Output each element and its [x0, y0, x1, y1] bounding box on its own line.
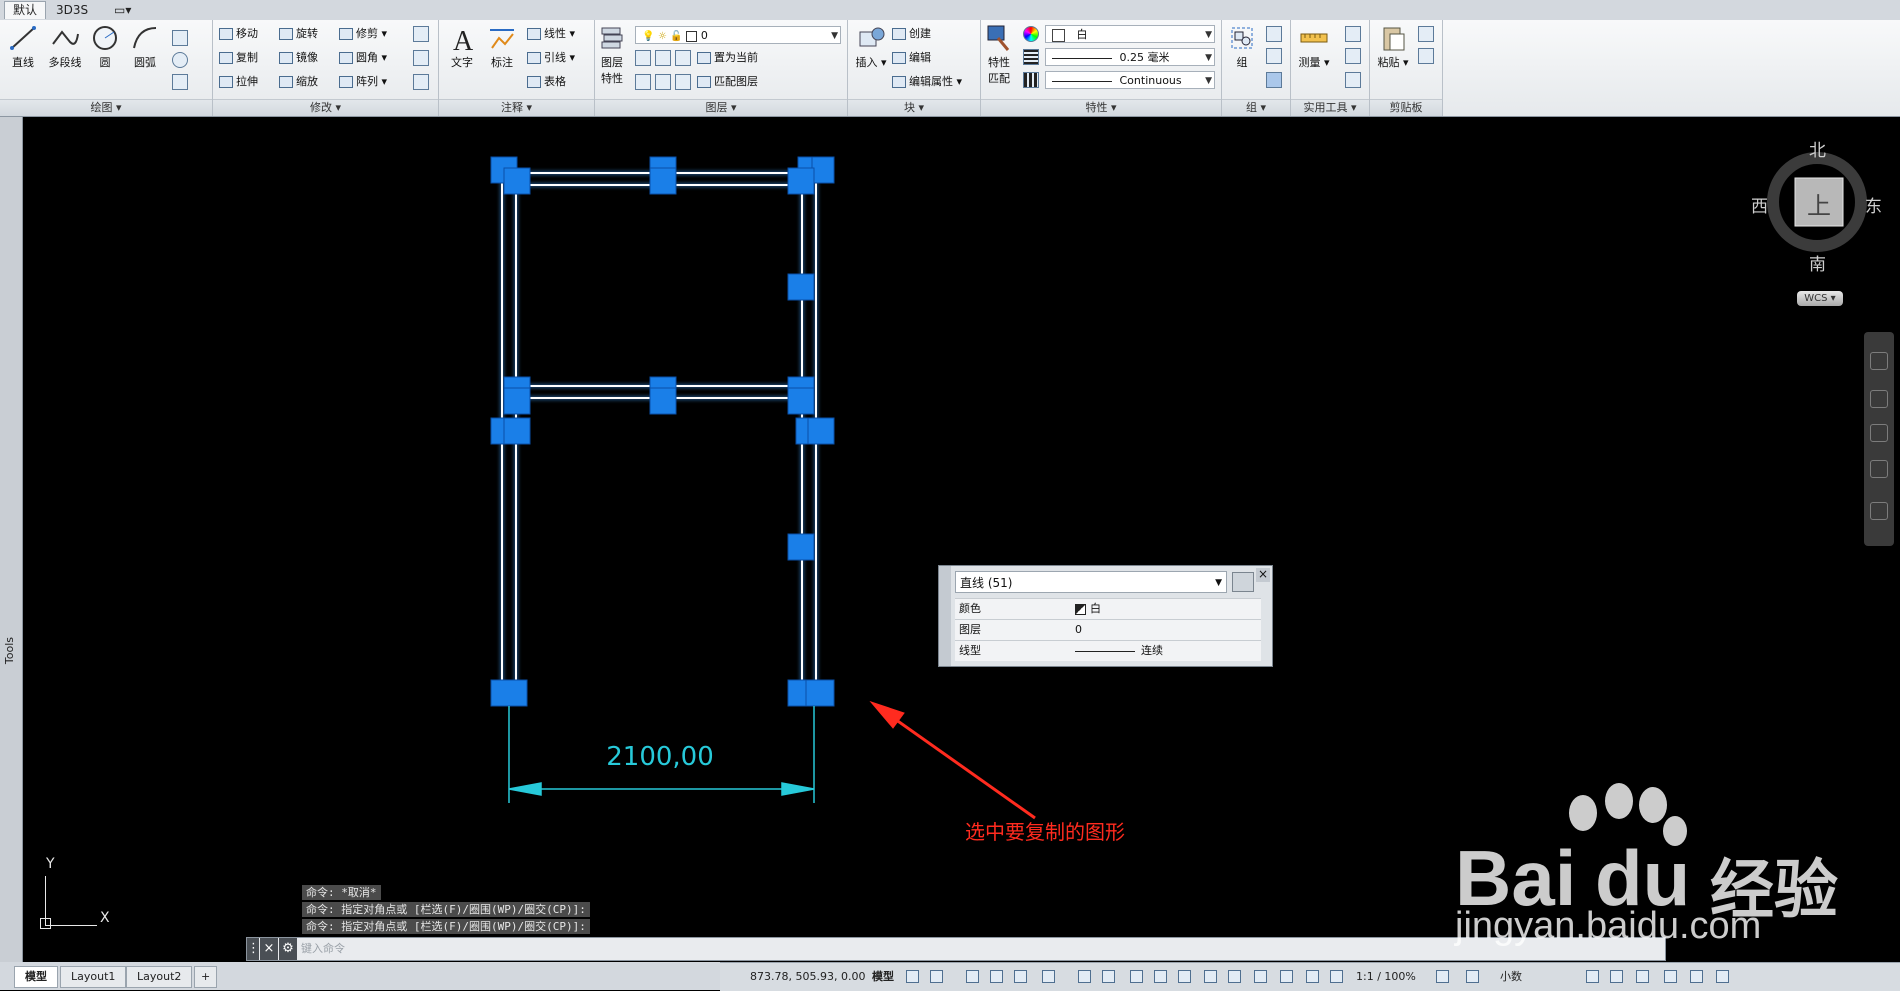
transparency-icon[interactable] — [1154, 970, 1167, 983]
hardware-acceleration-icon[interactable] — [1664, 970, 1677, 983]
tab-layout2[interactable]: Layout2 — [126, 966, 193, 988]
property-row-color[interactable]: 颜色 白 — [955, 598, 1261, 619]
selection-cycling-icon[interactable] — [1178, 970, 1191, 983]
object-type-value: 直线 (51) — [960, 576, 1013, 590]
isodraft-icon[interactable] — [1042, 970, 1055, 983]
grid-icon[interactable] — [906, 970, 919, 983]
pan-icon[interactable] — [1870, 390, 1888, 408]
baidu-watermark: Bai du 经验 jingyan.baidu.com — [1455, 783, 1900, 953]
ucs-origin — [40, 918, 51, 929]
annotation-monitor-icon[interactable] — [1466, 970, 1479, 983]
dimension-text: 2100,00 — [606, 742, 714, 772]
add-layout-button[interactable]: + — [194, 966, 218, 988]
viewcube-top-face[interactable]: 上 — [1807, 186, 1831, 221]
baidu-logo-url: jingyan.baidu.com — [1455, 905, 1762, 947]
object-snap-tracking-icon[interactable] — [1078, 970, 1091, 983]
command-history-line: 命令: 指定对角点或 [栏选(F)/圈围(WP)/圈交(CP)]: — [302, 919, 590, 934]
chevron-down-icon: ▼ — [1215, 578, 1222, 588]
viewcube-south[interactable]: 南 — [1809, 250, 1826, 275]
object-type-dropdown[interactable]: 直线 (51) ▼ — [955, 571, 1227, 593]
tab-model[interactable]: 模型 — [14, 966, 58, 988]
annotation-text: 选中要复制的图形 — [965, 820, 1125, 844]
linetype-sample — [1075, 650, 1135, 652]
viewcube-north[interactable]: 北 — [1809, 136, 1826, 161]
viewcube-west[interactable]: 西 — [1751, 192, 1768, 217]
navigation-bar — [1864, 332, 1894, 546]
property-row-linetype[interactable]: 线型 连续 — [955, 640, 1261, 661]
command-line: ⋮ × ⚙ 键入命令 — [246, 937, 1666, 961]
tab-layout1[interactable]: Layout1 — [60, 966, 127, 988]
clean-screen-icon[interactable] — [1690, 970, 1703, 983]
selected-frame — [501, 172, 817, 692]
dynamic-ucs-icon[interactable] — [1228, 970, 1241, 983]
viewcube-east[interactable]: 东 — [1865, 192, 1882, 217]
command-input[interactable]: 键入命令 — [301, 940, 1601, 958]
object-snap-icon[interactable] — [1102, 970, 1115, 983]
viewcube[interactable]: 北 南 东 西 上 — [1751, 136, 1882, 275]
lineweight-toggle-icon[interactable] — [1130, 970, 1143, 983]
workspace-gear-icon[interactable] — [1436, 970, 1449, 983]
showmotion-icon[interactable] — [1870, 502, 1888, 520]
snap-icon[interactable] — [930, 970, 943, 983]
quick-properties-palette: 直线 (51) ▼ × 颜色 白 图层 0 线型 连续 — [938, 565, 1273, 667]
orbit-icon[interactable] — [1870, 460, 1888, 478]
zoom-icon[interactable] — [1870, 424, 1888, 442]
model-space-button[interactable]: 模型 — [872, 969, 894, 985]
annotation-arrow — [869, 700, 1036, 820]
auto-scale-icon[interactable] — [1330, 970, 1343, 983]
selection-grips — [490, 156, 835, 707]
ucs-x-axis — [45, 925, 97, 926]
annotation-visibility-icon[interactable] — [1306, 970, 1319, 983]
close-icon[interactable]: × — [260, 938, 278, 960]
ortho-icon[interactable] — [990, 970, 1003, 983]
property-row-layer[interactable]: 图层 0 — [955, 619, 1261, 640]
customize-button[interactable] — [1232, 572, 1254, 592]
lock-ui-icon[interactable] — [1610, 970, 1623, 983]
customization-icon[interactable] — [1716, 970, 1729, 983]
command-history-line: 命令: *取消* — [302, 885, 381, 900]
wcs-menu[interactable]: WCS ▾ — [1797, 291, 1843, 306]
coordinates-readout[interactable]: 873.78, 505.93, 0.00 — [750, 969, 865, 985]
command-history-line: 命令: 指定对角点或 [栏选(F)/圈围(WP)/圈交(CP)]: — [302, 902, 590, 917]
layout-tabs: 模型 Layout1 Layout2 + — [0, 962, 720, 990]
3d-osnap-icon[interactable] — [1204, 970, 1217, 983]
color-swatch-icon — [1075, 603, 1086, 615]
selection-filter-icon[interactable] — [1254, 970, 1267, 983]
status-bar: 873.78, 505.93, 0.00 模型 1:1 / 100% 小数 — [720, 962, 1900, 991]
steering-wheel-icon[interactable] — [1870, 352, 1888, 370]
annotation-scale[interactable]: 1:1 / 100% — [1356, 969, 1416, 985]
close-icon[interactable]: × — [1256, 568, 1270, 582]
ucs-y-label: Y — [46, 856, 55, 872]
units-dropdown[interactable]: 小数 — [1500, 969, 1522, 985]
isolate-objects-icon[interactable] — [1636, 970, 1649, 983]
polar-icon[interactable] — [1014, 970, 1027, 983]
infer-icon[interactable] — [966, 970, 979, 983]
ucs-x-label: X — [100, 910, 110, 926]
quick-properties-icon[interactable] — [1586, 970, 1599, 983]
palette-grip[interactable] — [939, 566, 951, 666]
gizmo-icon[interactable] — [1280, 970, 1293, 983]
command-line-grip[interactable]: ⋮ — [247, 938, 260, 960]
customize-wrench-icon[interactable]: ⚙ — [279, 938, 297, 960]
